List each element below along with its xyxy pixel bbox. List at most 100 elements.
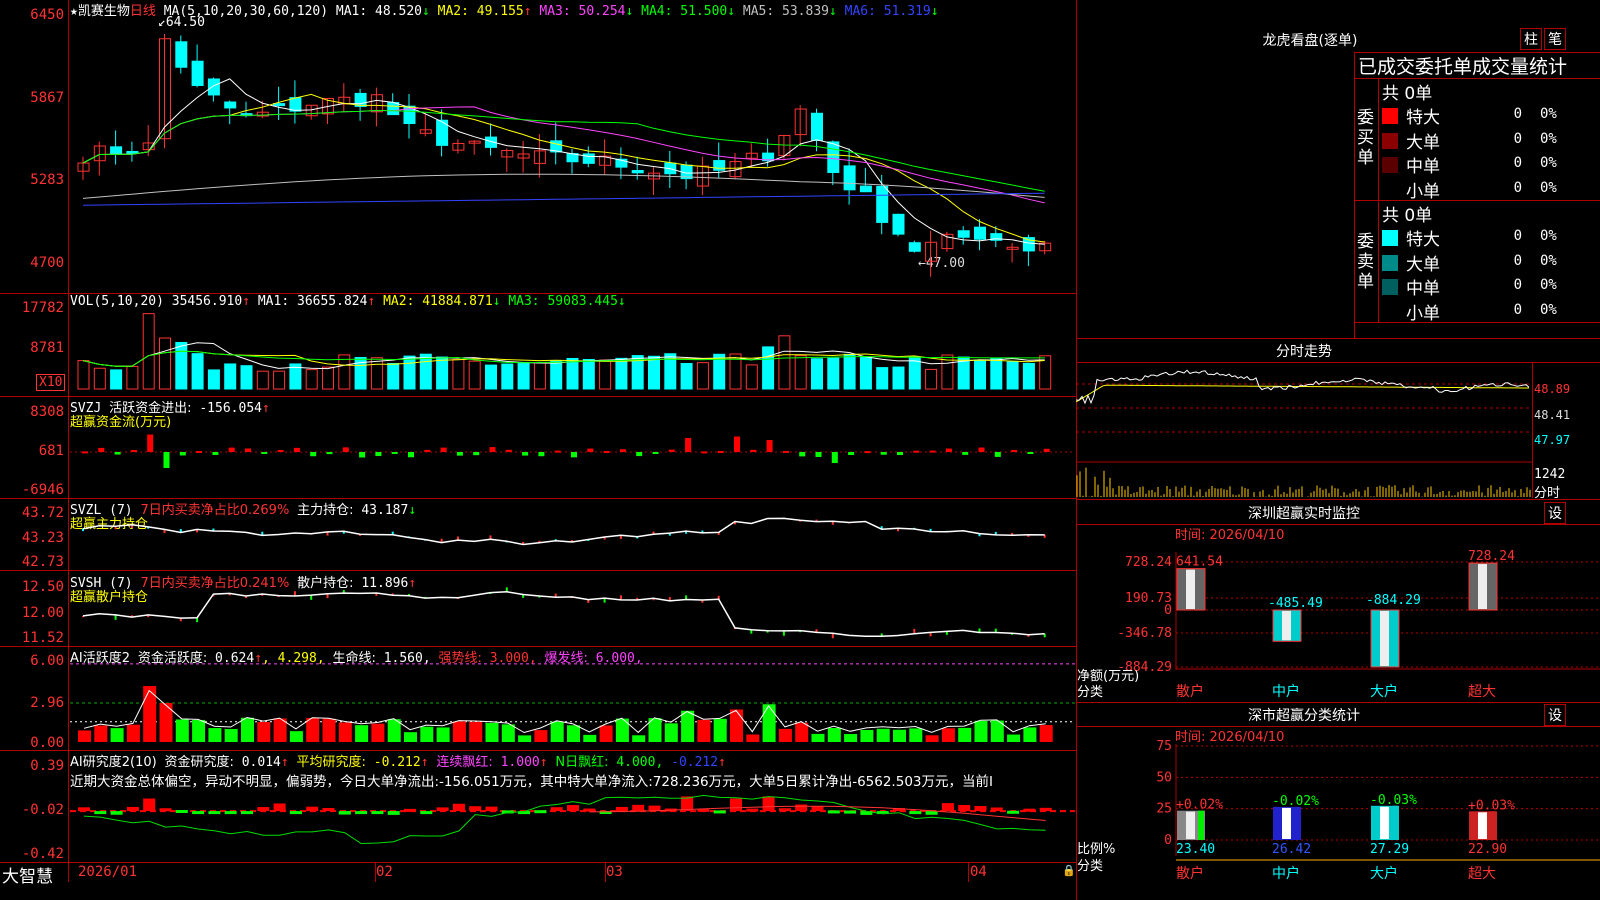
lock-icon[interactable]: 🔒 bbox=[1062, 864, 1076, 877]
tick-mode-button[interactable]: 笔 bbox=[1544, 28, 1566, 50]
ai-research-chart[interactable] bbox=[70, 751, 1075, 861]
research-bar bbox=[583, 808, 596, 812]
bar-mode-button[interactable]: 柱 bbox=[1520, 28, 1542, 50]
class-change-label: +0.03% bbox=[1468, 798, 1515, 813]
money-flow-bar bbox=[228, 447, 235, 452]
candle-body bbox=[908, 242, 921, 252]
svsh-chart[interactable] bbox=[70, 572, 1075, 645]
class-y-label: 75 bbox=[1156, 739, 1172, 754]
activity-bar bbox=[909, 728, 923, 742]
volume-bar bbox=[925, 368, 938, 390]
money-flow-bar bbox=[929, 450, 936, 453]
activity-bar bbox=[958, 727, 972, 742]
intraday-axis bbox=[1532, 362, 1533, 498]
ai-active-chart[interactable] bbox=[70, 647, 1075, 749]
sell-group-label: 委卖单 bbox=[1357, 232, 1374, 292]
research-bar bbox=[485, 806, 498, 812]
color-swatch bbox=[1382, 132, 1398, 149]
activity-bar bbox=[420, 726, 434, 742]
research-bar bbox=[126, 806, 139, 812]
order-size-label: 小单 bbox=[1406, 181, 1440, 202]
money-flow-bar bbox=[522, 452, 529, 456]
monitor-bar-highlight bbox=[1380, 611, 1389, 666]
money-flow-bar bbox=[359, 452, 366, 458]
class-category-label: 超大 bbox=[1468, 866, 1496, 882]
money-flow-bar bbox=[212, 452, 219, 455]
svsh-y-label: 11.52 bbox=[21, 630, 64, 646]
research-bar bbox=[110, 811, 123, 815]
main-y-label: 4700 bbox=[30, 255, 64, 271]
activity-bar bbox=[110, 728, 124, 742]
volume-bar bbox=[648, 355, 660, 390]
research-bar bbox=[404, 808, 416, 812]
volume-bar bbox=[566, 357, 579, 390]
class-settings-button[interactable]: 设 bbox=[1544, 704, 1566, 726]
money-flow-bar bbox=[685, 438, 692, 452]
research-bar bbox=[941, 803, 954, 812]
activity-bar bbox=[241, 717, 254, 742]
candle-body bbox=[827, 141, 840, 173]
activity-bar bbox=[1023, 727, 1037, 742]
vol-unit-badge: X10 bbox=[36, 374, 66, 391]
retail-holding-line bbox=[82, 591, 1045, 638]
candle-body bbox=[191, 60, 204, 86]
research-bar bbox=[420, 811, 433, 815]
volume-bar bbox=[387, 363, 400, 390]
activity-bar bbox=[974, 720, 988, 742]
research-bar bbox=[322, 808, 335, 812]
intraday-chart[interactable] bbox=[1075, 362, 1532, 498]
class-y-label: 0 bbox=[1164, 833, 1172, 848]
research-bar bbox=[713, 810, 726, 814]
class-change-label: -0.02% bbox=[1272, 794, 1319, 809]
svzl-chart[interactable] bbox=[70, 499, 1075, 569]
research-bar bbox=[452, 803, 465, 812]
ma-line bbox=[82, 192, 1045, 206]
active-y-label: 6.00 bbox=[30, 653, 64, 669]
research-bar bbox=[990, 807, 1003, 812]
order-count: 0 bbox=[1513, 277, 1522, 293]
activity-bar bbox=[941, 728, 955, 742]
volume-bar bbox=[305, 369, 318, 390]
monitor-settings-button[interactable]: 设 bbox=[1544, 502, 1566, 524]
class-y-label: 50 bbox=[1156, 770, 1172, 785]
monitor-category-label: 散户 bbox=[1176, 683, 1204, 700]
money-flow-bar bbox=[945, 448, 952, 452]
activity-bar bbox=[224, 728, 238, 742]
color-swatch bbox=[1382, 254, 1398, 271]
money-flow-bar bbox=[1043, 448, 1050, 452]
research-bar bbox=[1023, 808, 1036, 812]
brand-logo: 大智慧 bbox=[2, 867, 53, 887]
money-flow-bar bbox=[440, 447, 447, 452]
money-flow-bar bbox=[603, 450, 610, 453]
volume-bar bbox=[338, 354, 351, 390]
svzl-y-label: 43.23 bbox=[21, 530, 64, 546]
volume-bar bbox=[93, 367, 106, 390]
volume-bar bbox=[468, 360, 481, 390]
money-flow-bar bbox=[1027, 452, 1034, 454]
volume-bar bbox=[517, 361, 530, 390]
monitor-value-label: -884.29 bbox=[1366, 593, 1421, 608]
order-count: 0 bbox=[1513, 179, 1522, 196]
activity-bar bbox=[778, 728, 792, 742]
money-flow-bar bbox=[864, 451, 871, 454]
stat-bottom-border bbox=[1354, 322, 1600, 323]
x-tick bbox=[968, 862, 969, 882]
volume-bar bbox=[126, 365, 139, 390]
research-bar bbox=[436, 807, 449, 812]
activity-bar bbox=[306, 717, 320, 742]
monitor-bar-chart[interactable]: 728.24190.730-346.78-884.29641.54散户-485.… bbox=[1076, 524, 1600, 700]
class-bar-chart[interactable]: 75 50 25 0 +0.02% 23.40 散户 -0.02% 26.42 中户 -0.03% 2… bbox=[1076, 726, 1600, 900]
dragon-title: 龙虎看盘(逐单) bbox=[1262, 33, 1358, 49]
candle-body bbox=[957, 230, 970, 238]
volume-chart[interactable] bbox=[70, 294, 1075, 395]
color-swatch bbox=[1382, 230, 1398, 246]
volume-bar bbox=[843, 353, 856, 390]
money-flow-bar bbox=[245, 448, 251, 452]
money-flow-bar bbox=[391, 452, 398, 454]
svzj-chart[interactable] bbox=[70, 397, 1075, 497]
main-y-label: 5283 bbox=[30, 172, 64, 188]
candlestick-chart[interactable] bbox=[70, 0, 1075, 292]
activity-bar bbox=[469, 721, 483, 742]
money-flow-bar bbox=[196, 451, 203, 454]
x-label-apr: 04 bbox=[970, 864, 987, 880]
